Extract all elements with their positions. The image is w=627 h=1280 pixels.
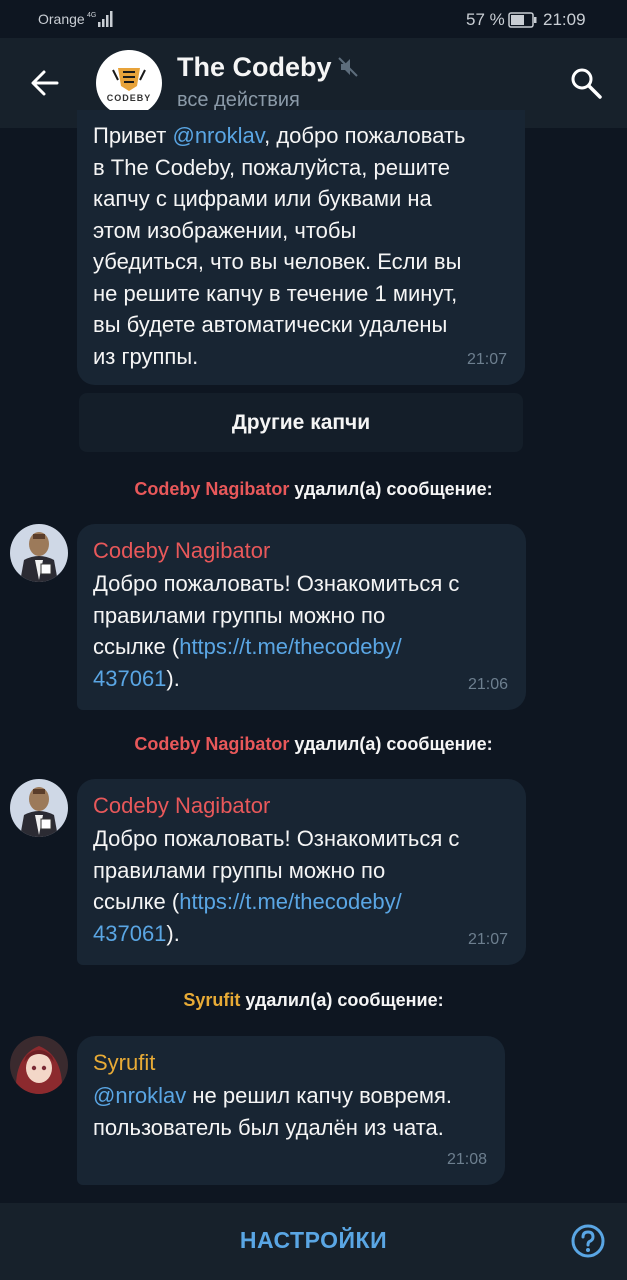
mute-icon bbox=[337, 56, 359, 83]
chat-subtitle: все действия bbox=[177, 89, 300, 111]
service-actor[interactable]: Codeby Nagibator bbox=[134, 479, 289, 499]
help-circle-icon[interactable] bbox=[570, 1223, 606, 1259]
settings-button[interactable]: НАСТРОЙКИ bbox=[0, 1227, 627, 1254]
message-text: @nroklav не решил капчу вовремя. пользов… bbox=[93, 1083, 453, 1140]
captcha-message: Привет @nroklav, добро пожаловать в The … bbox=[77, 110, 525, 385]
message-text: Добро пожаловать! Ознакомиться с правила… bbox=[93, 571, 460, 691]
message-bubble: Codeby Nagibator Добро пожаловать! Ознак… bbox=[77, 524, 526, 710]
service-actor[interactable]: Codeby Nagibator bbox=[134, 734, 289, 754]
bottom-bar: НАСТРОЙКИ bbox=[0, 1203, 627, 1280]
other-captcha-button[interactable]: Другие капчи bbox=[79, 393, 523, 452]
service-action: удалил(а) сообщение: bbox=[289, 734, 493, 754]
message-text: Привет @nroklav, добро пожаловать в The … bbox=[93, 123, 466, 369]
message-time: 21:07 bbox=[467, 930, 508, 948]
message-time: 21:07 bbox=[466, 350, 507, 368]
carrier-label: Orange bbox=[38, 11, 85, 27]
service-message: Codeby Nagibator удалил(а) сообщение: bbox=[0, 479, 627, 500]
battery-icon bbox=[508, 12, 538, 32]
avatar[interactable] bbox=[10, 524, 68, 582]
avatar[interactable] bbox=[10, 1036, 68, 1094]
service-message: Codeby Nagibator удалил(а) сообщение: bbox=[0, 734, 627, 755]
message-text: Добро пожаловать! Ознакомиться с правила… bbox=[93, 826, 460, 946]
butler-avatar-icon bbox=[10, 779, 68, 837]
avatar[interactable] bbox=[10, 779, 68, 837]
svg-text:4G: 4G bbox=[87, 12, 96, 19]
service-actor[interactable]: Syrufit bbox=[183, 990, 240, 1010]
clock: 21:09 bbox=[543, 10, 586, 29]
mention-link[interactable]: @nroklav bbox=[172, 123, 264, 148]
back-arrow-icon[interactable] bbox=[26, 64, 64, 102]
sender-name[interactable]: Codeby Nagibator bbox=[93, 536, 510, 566]
battery-percent: 57 % bbox=[466, 10, 505, 29]
chat-title[interactable]: The Codeby bbox=[177, 52, 332, 83]
search-icon[interactable] bbox=[568, 65, 604, 101]
service-action: удалил(а) сообщение: bbox=[240, 990, 444, 1010]
mention-link[interactable]: @nroklav bbox=[93, 1083, 186, 1108]
codeby-logo-icon bbox=[112, 68, 146, 91]
status-bar: Orange 4G 57 % 21:09 bbox=[0, 0, 627, 38]
signal-icon: 4G bbox=[87, 10, 115, 32]
sender-name[interactable]: Codeby Nagibator bbox=[93, 791, 510, 821]
message-bubble: Syrufit @nroklav не решил капчу вовремя.… bbox=[77, 1036, 505, 1185]
message-time: 21:08 bbox=[446, 1150, 487, 1168]
service-message: Syrufit удалил(а) сообщение: bbox=[0, 990, 627, 1011]
service-action: удалил(а) сообщение: bbox=[289, 479, 493, 499]
logo-text: CODEBY bbox=[106, 93, 152, 103]
message-time: 21:06 bbox=[467, 675, 508, 693]
butler-avatar-icon bbox=[10, 524, 68, 582]
sender-name[interactable]: Syrufit bbox=[93, 1048, 489, 1078]
group-avatar[interactable]: CODEBY bbox=[96, 50, 162, 116]
message-bubble: Codeby Nagibator Добро пожаловать! Ознак… bbox=[77, 779, 526, 965]
anime-avatar-icon bbox=[10, 1036, 68, 1094]
